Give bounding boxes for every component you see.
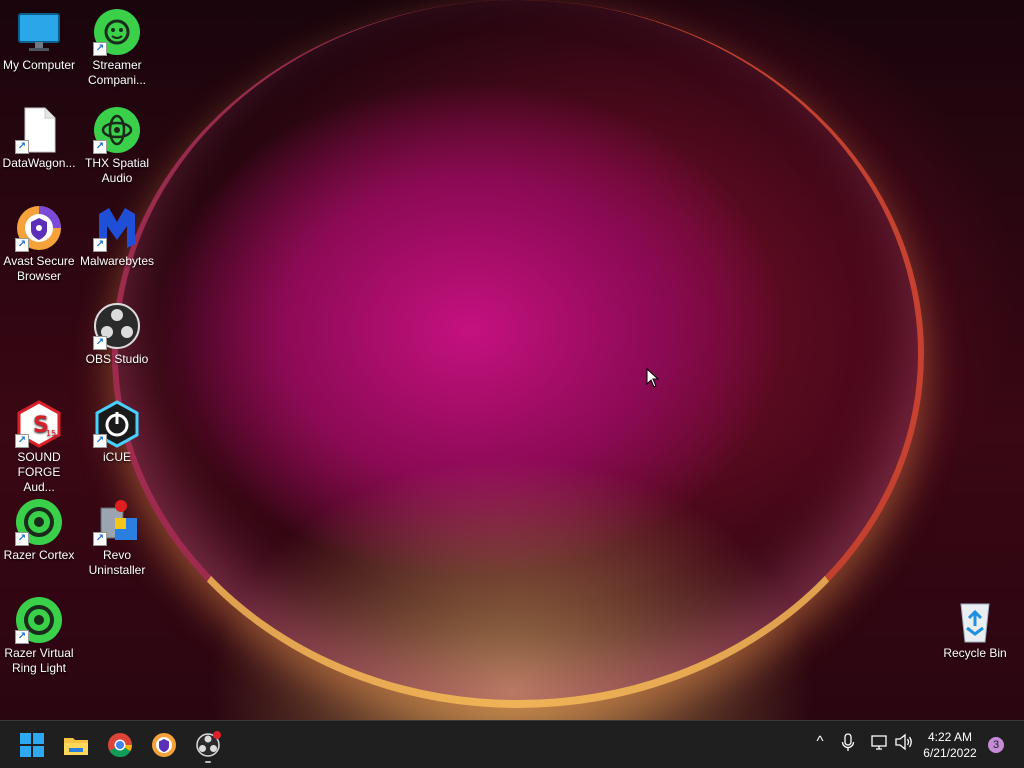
shortcut-arrow-icon: ↗ — [93, 42, 107, 56]
malwarebytes-icon: ↗ — [93, 204, 141, 252]
file-icon: ↗ — [15, 106, 63, 154]
file-explorer-icon[interactable] — [60, 729, 92, 761]
recycle-bin-icon — [951, 596, 999, 644]
revo-uninstaller-icon: ↗ — [93, 498, 141, 546]
desktop-icon-label: Razer Cortex — [3, 548, 75, 562]
chrome-icon[interactable] — [104, 729, 136, 761]
desktop-icon-datawagon[interactable]: ↗ DataWagon... — [0, 106, 78, 171]
desktop-icon-label: OBS Studio — [85, 352, 149, 366]
clock-date: 6/21/2022 — [923, 746, 977, 760]
volume-icon[interactable] — [893, 733, 915, 757]
shortcut-arrow-icon: ↗ — [93, 434, 107, 448]
svg-text:15: 15 — [46, 429, 56, 438]
monitor-icon — [15, 8, 63, 56]
shortcut-arrow-icon: ↗ — [15, 630, 29, 644]
running-indicator — [205, 761, 211, 763]
desktop-icon-label: Revo Uninstaller — [88, 548, 146, 577]
desktop-icon-label: Avast Secure Browser — [3, 254, 75, 283]
shortcut-arrow-icon: ↗ — [15, 532, 29, 546]
desktop-icon-streamer-companion[interactable]: ↗ Streamer Compani... — [78, 8, 156, 88]
desktop-icon-label: Recycle Bin — [943, 646, 1007, 660]
streamer-companion-icon: ↗ — [93, 8, 141, 56]
desktop-icon-icue[interactable]: ↗ iCUE — [78, 400, 156, 465]
icue-icon: ↗ — [93, 400, 141, 448]
desktop-icon-label: iCUE — [102, 450, 131, 464]
start-icon[interactable] — [16, 729, 48, 761]
desktop-icon-label: SOUND FORGE Aud... — [17, 450, 61, 494]
clock-time: 4:22 AM — [927, 730, 973, 744]
taskbar: ^ 4:22 AM 6/21/2022 3 — [0, 720, 1024, 768]
thx-icon: ↗ — [93, 106, 141, 154]
desktop-icon-thx-spatial-audio[interactable]: ↗ THX Spatial Audio — [78, 106, 156, 186]
shortcut-arrow-icon: ↗ — [93, 238, 107, 252]
desktop-icon-my-computer[interactable]: My Computer — [0, 8, 78, 73]
sound-forge-icon: S 15 ↗ — [15, 400, 63, 448]
avast-browser-icon[interactable] — [148, 729, 180, 761]
desktop-icon-label: THX Spatial Audio — [84, 156, 150, 185]
notification-badge[interactable]: 3 — [988, 737, 1004, 753]
desktop-icon-label: My Computer — [2, 58, 76, 72]
desktop-icon-label: Razer Virtual Ring Light — [4, 646, 74, 675]
desktop-icon-label: DataWagon... — [2, 156, 76, 170]
tray-overflow-chevron-icon[interactable]: ^ — [809, 733, 831, 757]
desktop-icon-sound-forge[interactable]: S 15 ↗ SOUND FORGE Aud... — [0, 400, 78, 495]
clock[interactable]: 4:22 AM 6/21/2022 — [918, 729, 982, 761]
obs-icon: ↗ — [93, 302, 141, 350]
desktop-icon-razer-virtual-ring-light[interactable]: ↗ Razer Virtual Ring Light — [0, 596, 78, 676]
microphone-icon[interactable] — [837, 733, 859, 757]
network-icon[interactable] — [869, 733, 891, 757]
shortcut-arrow-icon: ↗ — [93, 140, 107, 154]
desktop-icon-razer-cortex[interactable]: ↗ Razer Cortex — [0, 498, 78, 563]
shortcut-arrow-icon: ↗ — [15, 434, 29, 448]
desktop-icon-revo-uninstaller[interactable]: ↗ Revo Uninstaller — [78, 498, 156, 578]
shortcut-arrow-icon: ↗ — [15, 140, 29, 154]
desktop-icon-obs-studio[interactable]: ↗ OBS Studio — [78, 302, 156, 367]
shortcut-arrow-icon: ↗ — [93, 532, 107, 546]
shortcut-arrow-icon: ↗ — [15, 238, 29, 252]
desktop-icon-malwarebytes[interactable]: ↗ Malwarebytes — [78, 204, 156, 269]
avast-browser-icon: ↗ — [15, 204, 63, 252]
mouse-cursor-icon — [646, 367, 660, 393]
wallpaper-glow — [112, 0, 924, 708]
desktop-icon-label: Streamer Compani... — [87, 58, 147, 87]
razer-ring-light-icon: ↗ — [15, 596, 63, 644]
desktop: My Computer ↗ DataWagon... ↗ Avast Secur… — [0, 0, 1024, 720]
obs-icon[interactable] — [192, 729, 224, 763]
shortcut-arrow-icon: ↗ — [93, 336, 107, 350]
razer-cortex-icon: ↗ — [15, 498, 63, 546]
desktop-icon-avast-secure-browser[interactable]: ↗ Avast Secure Browser — [0, 204, 78, 284]
desktop-icon-recycle-bin[interactable]: Recycle Bin — [936, 596, 1014, 661]
desktop-icon-label: Malwarebytes — [80, 254, 155, 268]
